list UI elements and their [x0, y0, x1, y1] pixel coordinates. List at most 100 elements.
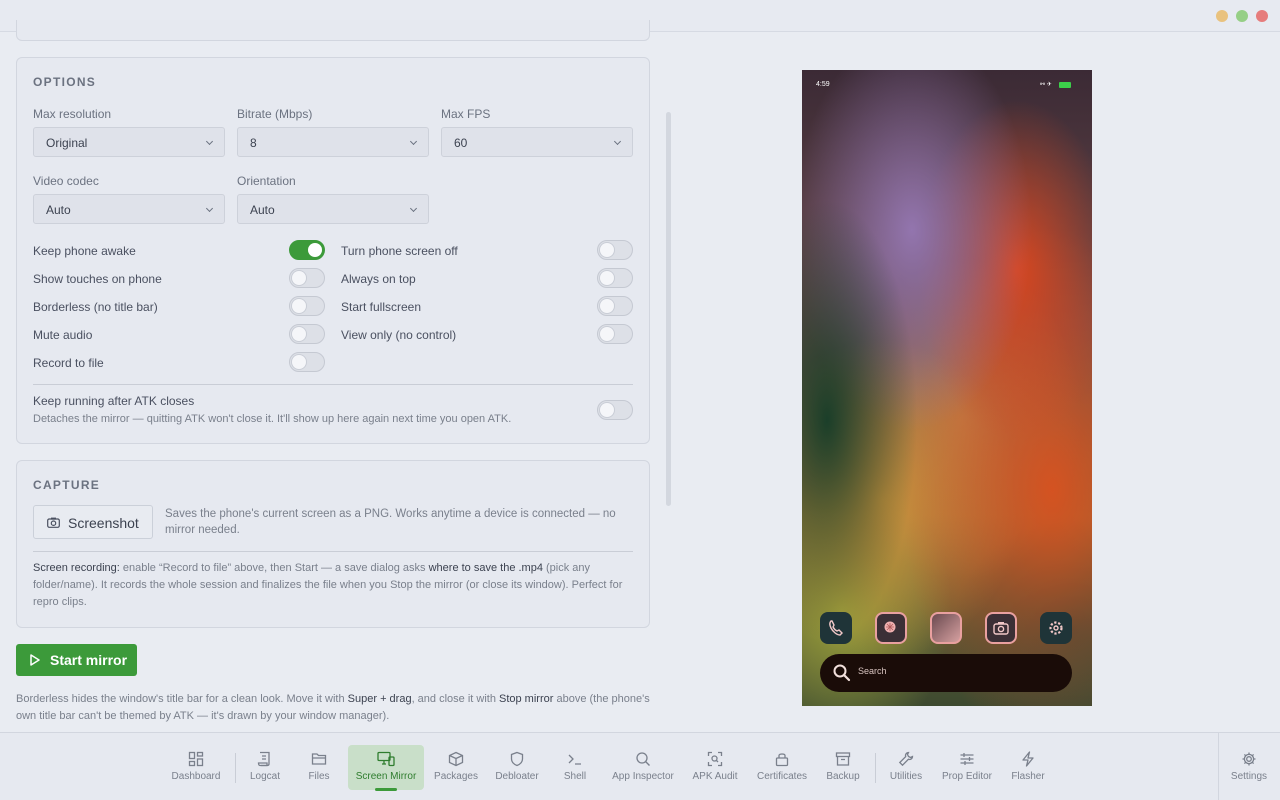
- nav-files[interactable]: Files: [298, 745, 340, 790]
- dashboard-icon: [188, 751, 204, 767]
- search-icon: [833, 664, 851, 682]
- nav-separator: [875, 753, 876, 783]
- recording-note-emphasis: where to save the .mp4: [428, 562, 543, 574]
- package-icon: [448, 751, 464, 767]
- mute-audio-toggle[interactable]: [289, 324, 325, 344]
- recording-note: Screen recording: enable “Record to file…: [33, 560, 637, 611]
- phone-search-bar: Search: [820, 654, 1072, 692]
- chevron-down-icon: [409, 137, 418, 146]
- phone-preview: 4:59 ⚯ ✈ Search: [802, 70, 1092, 706]
- max-fps-select[interactable]: 60: [441, 127, 633, 157]
- start-mirror-label: Start mirror: [50, 652, 128, 668]
- nav-separator: [235, 753, 236, 783]
- keep-running-description: Detaches the mirror — quitting ATK won't…: [33, 413, 512, 425]
- nav-label: Logcat: [249, 771, 281, 782]
- folder-icon: [311, 753, 327, 765]
- max-fps-value: 60: [454, 136, 468, 150]
- record-to-file-label: Record to file: [33, 356, 104, 370]
- bottom-nav: Dashboard Logcat Files Screen Mirror Pac…: [0, 732, 1280, 800]
- camera-icon: [985, 612, 1017, 644]
- screen-off-toggle[interactable]: [597, 240, 633, 260]
- wrench-icon: [898, 751, 914, 767]
- scrollbar[interactable]: [666, 112, 671, 506]
- window-minimize-button[interactable]: [1216, 10, 1228, 22]
- nav-utilities[interactable]: Utilities: [884, 745, 928, 790]
- chevron-down-icon: [205, 137, 214, 146]
- nav-app-inspector[interactable]: App Inspector: [606, 745, 680, 790]
- footnote-key-stop: Stop mirror: [499, 693, 554, 705]
- gallery-icon: [930, 612, 962, 644]
- options-title: OPTIONS: [33, 75, 97, 89]
- nav-prop-editor[interactable]: Prop Editor: [938, 745, 996, 790]
- toggle-knob: [292, 355, 306, 369]
- nav-logcat[interactable]: Logcat: [242, 745, 288, 790]
- nav-label: Utilities: [889, 771, 923, 782]
- play-icon: [30, 654, 40, 666]
- nav-certificates[interactable]: Certificates: [752, 745, 812, 790]
- video-codec-value: Auto: [46, 203, 71, 217]
- screenshot-button[interactable]: Screenshot: [33, 505, 153, 539]
- nav-flasher[interactable]: Flasher: [1006, 745, 1050, 790]
- scan-icon: [707, 751, 723, 767]
- bitrate-label: Bitrate (Mbps): [237, 107, 313, 121]
- gear-icon: [1242, 752, 1256, 766]
- divider: [33, 384, 633, 385]
- mute-audio-label: Mute audio: [33, 328, 93, 342]
- phone-status-icons: ⚯ ✈: [1040, 82, 1052, 88]
- toggle-knob: [292, 299, 306, 313]
- nav-shell[interactable]: Shell: [554, 745, 596, 790]
- phone-time: 4:59: [816, 81, 830, 88]
- orientation-select[interactable]: Auto: [237, 194, 429, 224]
- nav-label: Screen Mirror: [355, 771, 417, 782]
- search-icon: [636, 752, 650, 766]
- nav-screen-mirror[interactable]: Screen Mirror: [348, 745, 424, 791]
- toggle-knob: [600, 271, 614, 285]
- capture-title: CAPTURE: [33, 478, 101, 492]
- nav-label: Flasher: [1011, 771, 1045, 782]
- screen-mirror-icon: [377, 751, 395, 767]
- options-card: OPTIONS Max resolution Original Bitrate …: [16, 57, 650, 444]
- nav-label: Files: [308, 771, 330, 782]
- max-resolution-label: Max resolution: [33, 107, 112, 121]
- view-only-toggle[interactable]: [597, 324, 633, 344]
- phone-icon: [820, 612, 852, 644]
- nav-debloater[interactable]: Debloater: [490, 745, 544, 790]
- max-resolution-select[interactable]: Original: [33, 127, 225, 157]
- archive-icon: [835, 752, 851, 766]
- nav-backup[interactable]: Backup: [822, 745, 864, 790]
- borderless-footnote: Borderless hides the window's title bar …: [16, 691, 650, 725]
- start-fullscreen-toggle[interactable]: [597, 296, 633, 316]
- toggle-knob: [600, 327, 614, 341]
- nav-label: Prop Editor: [941, 771, 993, 782]
- toggle-knob: [292, 327, 306, 341]
- start-mirror-button[interactable]: Start mirror: [16, 644, 137, 676]
- nav-label: Shell: [563, 771, 587, 782]
- keep-running-title: Keep running after ATK closes: [33, 394, 195, 408]
- orientation-value: Auto: [250, 203, 275, 217]
- shield-icon: [510, 751, 524, 767]
- window-close-button[interactable]: [1256, 10, 1268, 22]
- record-to-file-toggle[interactable]: [289, 352, 325, 372]
- show-touches-label: Show touches on phone: [33, 272, 162, 286]
- borderless-label: Borderless (no title bar): [33, 300, 158, 314]
- capture-card: CAPTURE Screenshot Saves the phone's cur…: [16, 460, 650, 628]
- nav-settings[interactable]: Settings: [1228, 745, 1270, 790]
- bitrate-value: 8: [250, 136, 257, 150]
- window-maximize-button[interactable]: [1236, 10, 1248, 22]
- show-touches-toggle[interactable]: [289, 268, 325, 288]
- bitrate-select[interactable]: 8: [237, 127, 429, 157]
- screenshot-button-label: Screenshot: [68, 515, 139, 531]
- nav-packages[interactable]: Packages: [432, 745, 480, 790]
- keep-awake-label: Keep phone awake: [33, 244, 136, 258]
- nav-apk-audit[interactable]: APK Audit: [688, 745, 742, 790]
- borderless-toggle[interactable]: [289, 296, 325, 316]
- keep-awake-toggle[interactable]: [289, 240, 325, 260]
- keep-running-toggle[interactable]: [597, 400, 633, 420]
- always-on-top-toggle[interactable]: [597, 268, 633, 288]
- chevron-down-icon: [409, 204, 418, 213]
- previous-card-bottom: [16, 20, 650, 41]
- settings-icon: [1040, 612, 1072, 644]
- nav-dashboard[interactable]: Dashboard: [166, 745, 226, 790]
- video-codec-select[interactable]: Auto: [33, 194, 225, 224]
- toggle-knob: [600, 299, 614, 313]
